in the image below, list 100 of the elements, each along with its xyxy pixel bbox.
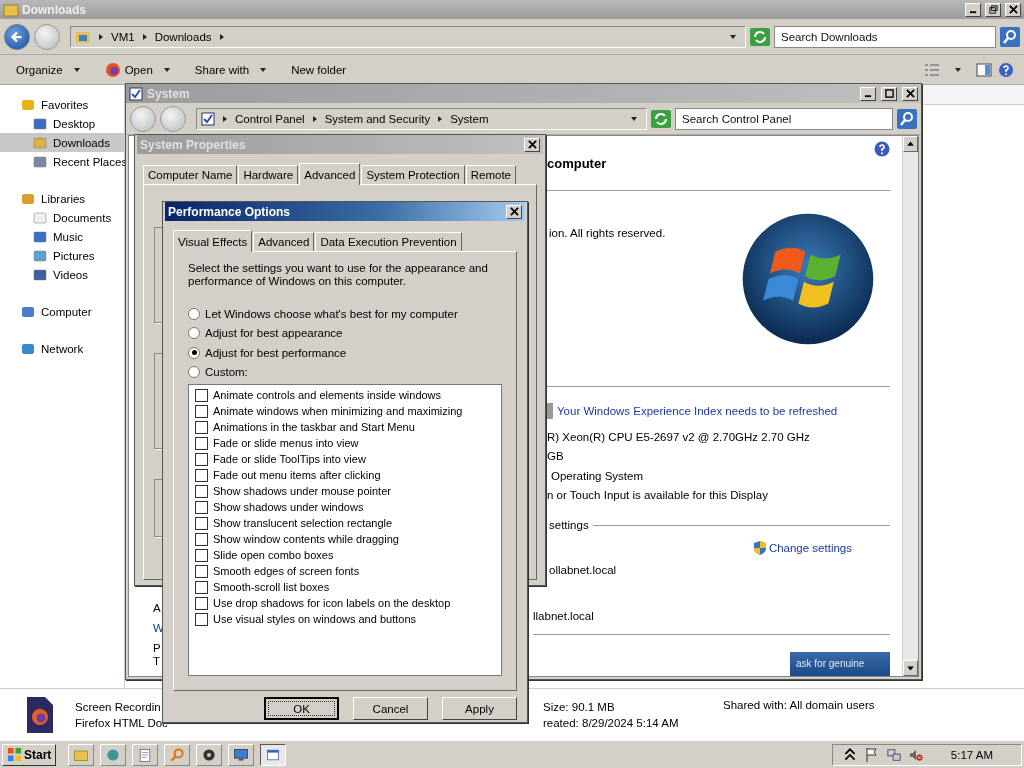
radio-label[interactable]: Custom: [205,366,248,379]
checkbox[interactable] [195,564,208,578]
checkbox-label[interactable]: Animate windows when minimizing and maximizing [213,405,463,417]
checkbox[interactable] [195,532,208,546]
scroll-up-icon[interactable] [903,136,918,152]
tab[interactable]: Data Execution Prevention [315,232,462,251]
checkbox[interactable] [195,580,208,594]
checkbox-label[interactable]: Fade or slide ToolTips into view [213,453,366,465]
checkbox-label[interactable]: Show translucent selection rectangle [213,517,393,529]
folder-icon[interactable] [68,743,95,766]
checkbox-label[interactable]: Smooth edges of screen fonts [213,565,360,577]
radio-button[interactable] [188,366,200,379]
globe-icon[interactable] [100,743,127,766]
checkbox[interactable] [195,548,208,562]
checkbox[interactable] [195,436,208,450]
close-button[interactable] [1005,2,1021,17]
breadcrumb[interactable]: Downloads [154,30,212,43]
caret-icon[interactable] [97,32,105,41]
checkbox-label[interactable]: Fade out menu items after clicking [213,469,381,481]
radio-label[interactable]: Adjust for best performance [205,346,347,359]
magnifier-icon[interactable] [164,743,191,766]
flag-icon[interactable] [864,746,879,763]
preview-pane-icon[interactable] [976,61,992,78]
dialog-button[interactable]: OK [264,697,339,720]
breadcrumb[interactable]: VM1 [111,30,135,43]
radio-label[interactable]: Let Windows choose what's best for my computer [205,307,458,320]
caret-icon[interactable] [954,65,962,74]
search-icon[interactable] [1000,26,1020,47]
toolbar-button[interactable]: Share with [188,61,274,78]
notepad-icon[interactable] [132,743,159,766]
checkbox[interactable] [195,420,208,434]
address-bar[interactable]: VM1 Downloads [70,25,746,48]
scroll-down-icon[interactable] [903,660,918,676]
checkbox[interactable] [195,404,208,418]
checkbox-label[interactable]: Fade or slide menus into view [213,437,359,449]
checkbox-label[interactable]: Use visual styles on windows and buttons [213,613,416,625]
caret-icon[interactable] [140,32,149,41]
sidebar-item[interactable]: Computer [0,302,124,321]
dropdown-icon[interactable] [729,32,737,41]
change-settings-link[interactable]: Change settings [768,541,852,554]
back-button[interactable] [4,23,30,50]
sidebar-item[interactable]: Libraries [0,189,124,208]
address-bar[interactable]: Control Panel System and Security System [196,107,647,130]
tab[interactable]: Remote [465,165,516,184]
checkbox-label[interactable]: Use drop shadows for icon labels on the desktop [213,597,451,609]
dialog-button[interactable]: Cancel [353,697,428,720]
radio-button[interactable] [188,327,200,340]
checkbox[interactable] [195,612,208,626]
checkbox-label[interactable]: Slide open combo boxes [213,549,334,561]
tab[interactable]: System Protection [361,165,465,184]
help-icon[interactable] [874,140,890,157]
experience-index-link[interactable]: Your Windows Experience Index needs to be refreshed [557,404,838,417]
radio-label[interactable]: Adjust for best appearance [205,327,343,340]
checkbox[interactable] [195,596,208,610]
sidebar-item[interactable]: Desktop [0,114,124,133]
scrollbar[interactable] [902,136,918,676]
caret-icon[interactable] [842,746,857,763]
caret-icon[interactable] [310,114,319,123]
sidebar-item[interactable]: Recent Places [0,152,124,171]
dropdown-icon[interactable] [630,114,638,123]
checkbox-label[interactable]: Show shadows under windows [213,501,364,513]
refresh-icon[interactable] [750,27,770,46]
start-button[interactable]: Start [2,743,57,766]
sidebar-item[interactable]: Downloads [0,133,124,152]
search-field[interactable]: Search Downloads [774,25,996,48]
tab[interactable]: Advanced [253,232,315,251]
checkbox[interactable] [195,388,208,402]
breadcrumb[interactable]: Control Panel [235,112,305,125]
checkbox[interactable] [195,516,208,530]
refresh-icon[interactable] [651,109,671,128]
dialog-button[interactable]: Apply [442,697,517,720]
sidebar-item[interactable]: Network [0,339,124,358]
radio-button[interactable] [188,307,200,320]
genuine-banner[interactable]: ask for genuine [790,651,890,676]
restore-button[interactable] [985,2,1001,17]
toolbar-button[interactable]: New folder [285,61,353,78]
sidebar-item[interactable]: Pictures [0,246,124,265]
tab[interactable]: Hardware [238,165,299,184]
checkbox-label[interactable]: Animate controls and elements inside windows [213,389,442,401]
tab[interactable]: Computer Name [143,165,238,184]
minimize-button[interactable] [965,2,981,17]
sidebar-item[interactable]: Music [0,227,124,246]
checkbox-label[interactable]: Show window contents while dragging [213,533,399,545]
monitor-icon[interactable] [228,743,255,766]
sidebar-item[interactable]: Documents [0,208,124,227]
breadcrumb[interactable]: System [450,112,489,125]
checkbox[interactable] [195,484,208,498]
clock[interactable]: 5:17 AM [950,748,993,761]
checkbox-label[interactable]: Show shadows under mouse pointer [213,485,391,497]
radio-button[interactable] [188,346,200,359]
search-icon[interactable] [897,108,917,129]
window-icon[interactable] [260,743,287,766]
sidebar-item[interactable]: Favorites [0,95,124,114]
tab[interactable]: Advanced [299,163,361,185]
search-field[interactable]: Search Control Panel [675,107,893,130]
checkbox[interactable] [195,468,208,482]
breadcrumb[interactable]: System and Security [324,112,431,125]
checkbox-label[interactable]: Smooth-scroll list boxes [213,581,330,593]
help-icon[interactable] [998,61,1014,78]
tab[interactable]: Visual Effects [173,230,253,252]
